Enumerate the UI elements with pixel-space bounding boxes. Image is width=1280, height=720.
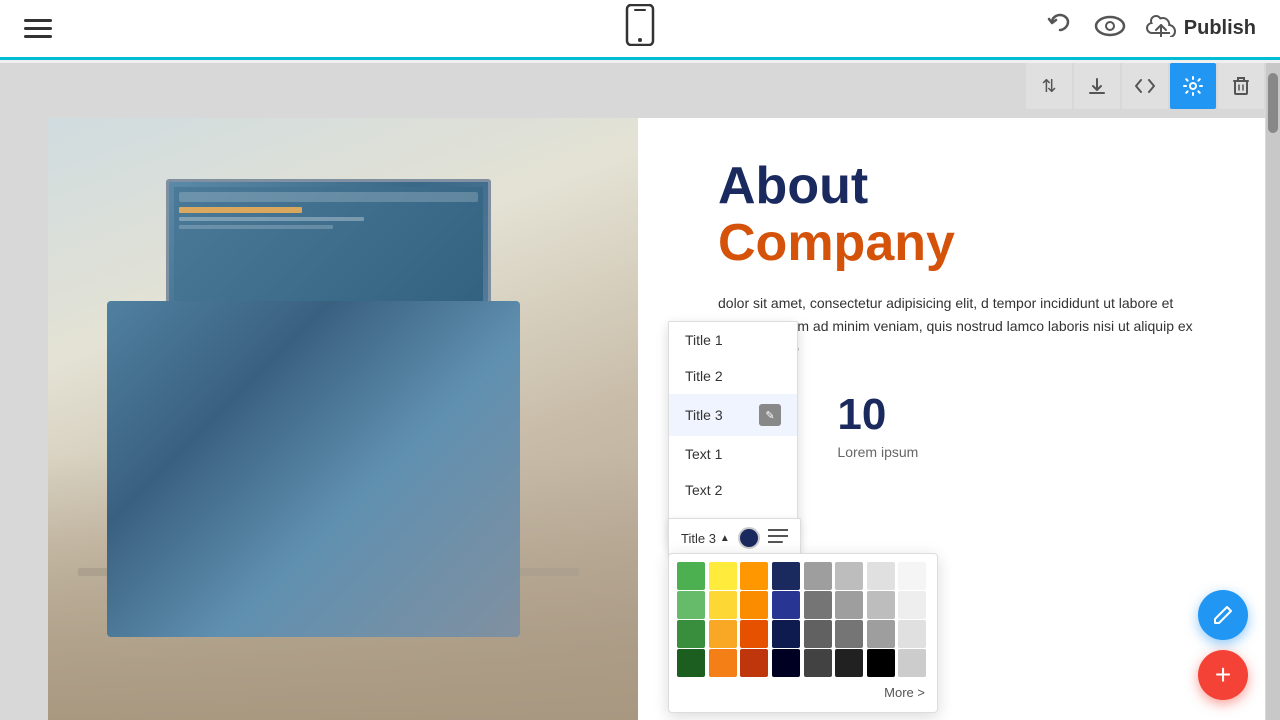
palette-color-cell[interactable] — [804, 591, 832, 619]
cloud-icon — [1146, 15, 1176, 43]
dropdown-item-label: Text 2 — [685, 482, 722, 498]
palette-color-cell[interactable] — [898, 562, 926, 590]
palette-color-cell[interactable] — [677, 620, 705, 648]
delete-button[interactable] — [1218, 63, 1264, 109]
dropdown-item-label: Title 3 — [685, 407, 723, 423]
phone-icon[interactable] — [624, 4, 656, 53]
palette-color-cell[interactable] — [867, 562, 895, 590]
scrollbar-thumb[interactable] — [1268, 73, 1278, 133]
style-dropdown-menu: Title 1 Title 2 Title 3 ✎ Text 1 Text 2 … — [668, 321, 798, 545]
topbar-right: Publish — [1046, 12, 1256, 46]
palette-color-cell[interactable] — [835, 649, 863, 677]
palette-color-cell[interactable] — [804, 649, 832, 677]
palette-color-cell[interactable] — [804, 562, 832, 590]
dropdown-item-text1[interactable]: Text 1 — [669, 436, 797, 472]
palette-grid — [669, 554, 937, 681]
stat-2-label: Lorem ipsum — [837, 444, 918, 460]
palette-color-cell[interactable] — [772, 649, 800, 677]
palette-color-cell[interactable] — [898, 591, 926, 619]
settings-button[interactable] — [1170, 63, 1216, 109]
site-card: About Company dolor sit amet, consectetu… — [48, 118, 1265, 720]
download-button[interactable] — [1074, 63, 1120, 109]
color-palette-popup: More > — [668, 553, 938, 713]
toolbar-row: ⇅ — [1026, 63, 1264, 109]
dropdown-item-text2[interactable]: Text 2 — [669, 472, 797, 508]
palette-color-cell[interactable] — [709, 591, 737, 619]
fab-edit-button[interactable] — [1198, 590, 1248, 640]
scrollbar[interactable] — [1266, 63, 1280, 720]
palette-color-cell[interactable] — [772, 620, 800, 648]
palette-color-cell[interactable] — [740, 591, 768, 619]
palette-color-cell[interactable] — [898, 649, 926, 677]
style-selector[interactable]: Title 3 ▲ — [681, 531, 730, 546]
palette-color-cell[interactable] — [867, 620, 895, 648]
palette-color-cell[interactable] — [835, 591, 863, 619]
dropdown-item-label: Title 1 — [685, 332, 723, 348]
chevron-up-icon: ▲ — [720, 533, 730, 544]
align-icon[interactable] — [768, 528, 788, 549]
palette-color-cell[interactable] — [740, 562, 768, 590]
undo-icon[interactable] — [1046, 12, 1074, 46]
company-title: Company — [718, 215, 1225, 272]
dropdown-item-label: Title 2 — [685, 368, 723, 384]
color-picker-bar: Title 3 ▲ — [668, 518, 801, 558]
fab-add-button[interactable]: + — [1198, 650, 1248, 700]
palette-color-cell[interactable] — [709, 620, 737, 648]
palette-color-cell[interactable] — [677, 649, 705, 677]
palette-color-cell[interactable] — [835, 562, 863, 590]
palette-color-cell[interactable] — [867, 649, 895, 677]
preview-icon[interactable] — [1094, 12, 1126, 46]
palette-color-cell[interactable] — [740, 620, 768, 648]
canvas: About Company dolor sit amet, consectetu… — [0, 63, 1280, 720]
palette-color-cell[interactable] — [867, 591, 895, 619]
add-icon: + — [1215, 661, 1231, 689]
edit-style-icon[interactable]: ✎ — [759, 404, 781, 426]
palette-color-cell[interactable] — [772, 562, 800, 590]
topbar-left — [24, 19, 52, 38]
stat-2-number: 10 — [837, 390, 886, 440]
dropdown-item-title1[interactable]: Title 1 — [669, 322, 797, 358]
palette-color-cell[interactable] — [709, 649, 737, 677]
palette-color-cell[interactable] — [804, 620, 832, 648]
style-selector-label: Title 3 — [681, 531, 716, 546]
topbar-center — [624, 4, 656, 53]
dropdown-item-title2[interactable]: Title 2 — [669, 358, 797, 394]
topbar: Publish — [0, 0, 1280, 60]
palette-color-cell[interactable] — [709, 562, 737, 590]
palette-color-cell[interactable] — [898, 620, 926, 648]
dropdown-item-title3[interactable]: Title 3 ✎ — [669, 394, 797, 436]
palette-color-cell[interactable] — [677, 562, 705, 590]
more-colors-link[interactable]: More > — [669, 681, 937, 704]
publish-label: Publish — [1184, 17, 1256, 40]
color-swatch[interactable] — [738, 527, 760, 549]
menu-icon[interactable] — [24, 19, 52, 38]
about-title: About — [718, 158, 1225, 215]
publish-button[interactable]: Publish — [1146, 15, 1256, 43]
sort-button[interactable]: ⇅ — [1026, 63, 1072, 109]
code-button[interactable] — [1122, 63, 1168, 109]
palette-color-cell[interactable] — [740, 649, 768, 677]
palette-color-cell[interactable] — [677, 591, 705, 619]
hero-image — [48, 118, 638, 720]
palette-color-cell[interactable] — [835, 620, 863, 648]
laptop-image — [48, 118, 638, 720]
dropdown-item-label: Text 1 — [685, 446, 722, 462]
stat-2: 10 Lorem ipsum — [837, 390, 918, 460]
palette-color-cell[interactable] — [772, 591, 800, 619]
